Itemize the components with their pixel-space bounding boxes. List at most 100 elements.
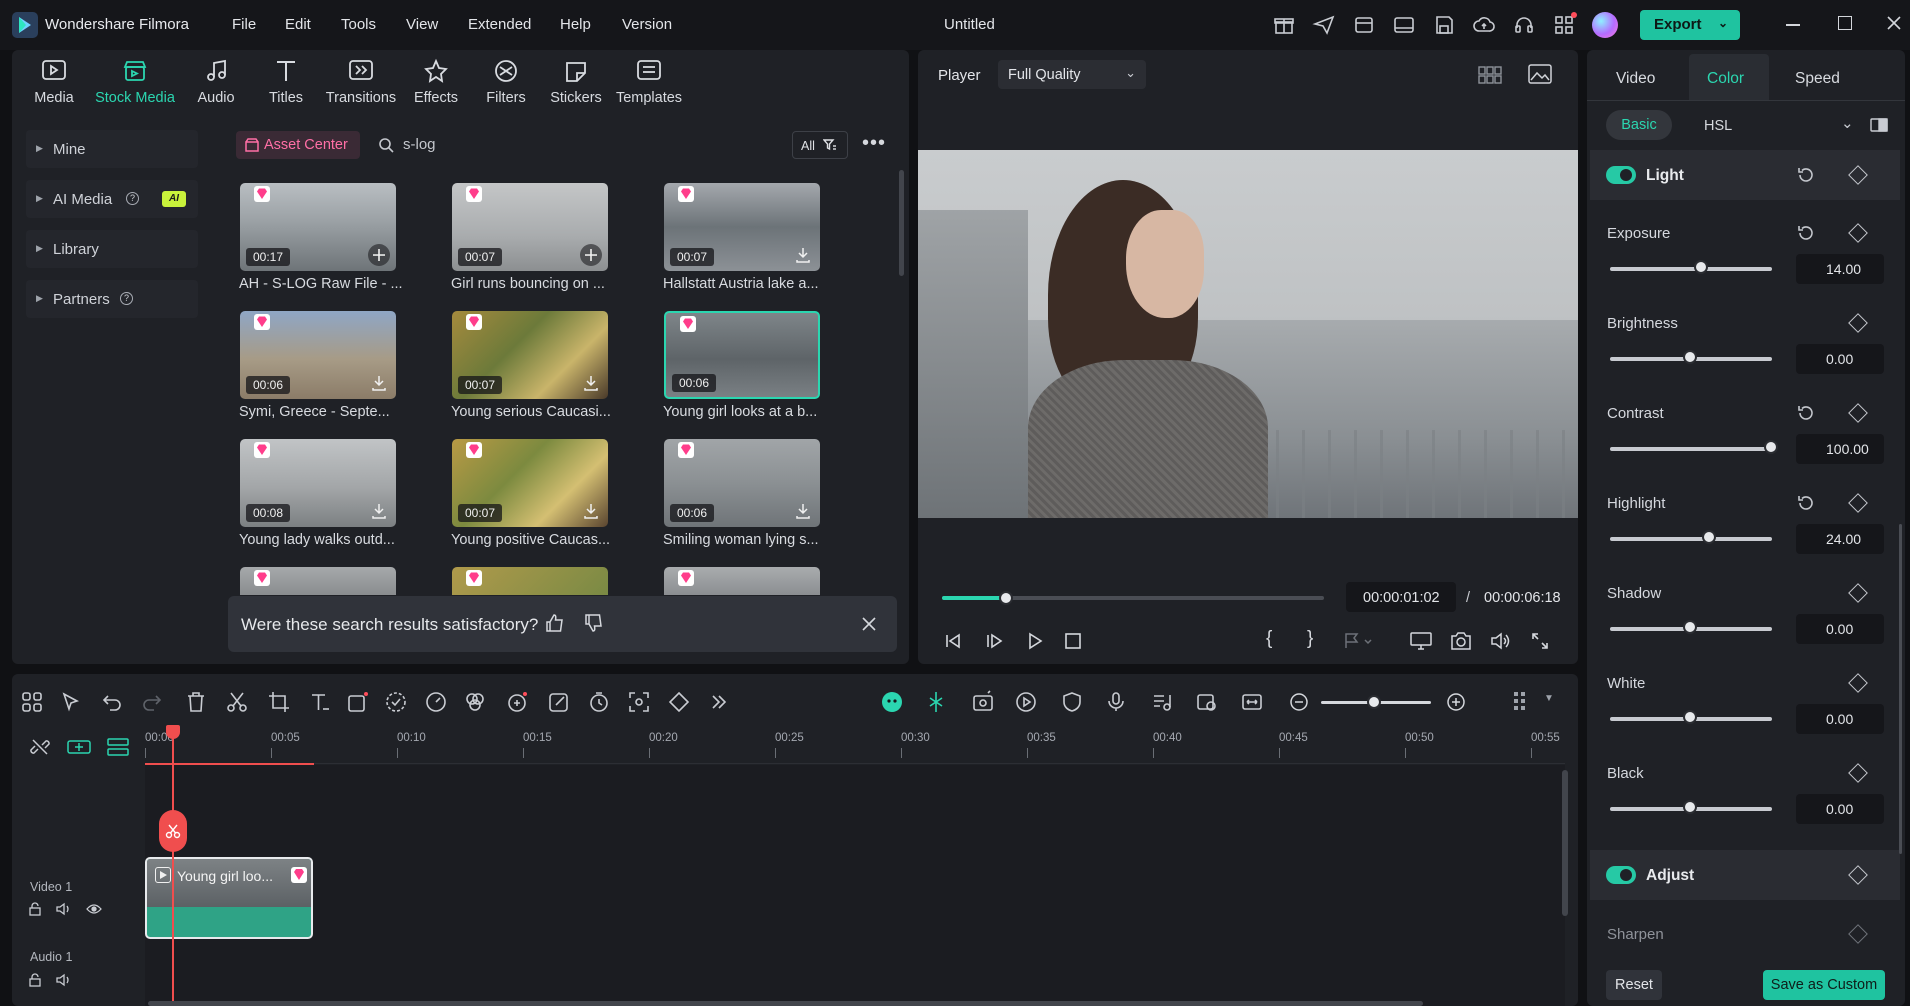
video-preview[interactable]	[918, 150, 1578, 518]
more-tools-icon[interactable]	[707, 690, 731, 714]
sidebar-item-library[interactable]: ▶ Library	[26, 230, 198, 268]
shape-icon[interactable]	[346, 690, 370, 714]
eye-icon[interactable]	[86, 903, 102, 915]
marker-icon[interactable]	[1343, 632, 1373, 650]
media-thumbnail[interactable]: 00:08	[240, 439, 396, 527]
tab-speed[interactable]: Speed	[1795, 70, 1840, 88]
playback-progress-knob[interactable]	[998, 591, 1013, 605]
download-icon[interactable]	[580, 500, 602, 522]
speed-ramp-icon[interactable]	[424, 690, 448, 714]
select-tool-icon[interactable]	[59, 690, 83, 714]
menu-file[interactable]: File	[232, 16, 256, 33]
subtab-hsl[interactable]: HSL	[1704, 118, 1732, 134]
tab-titles[interactable]: Titles	[246, 58, 326, 106]
ai-enhance-icon[interactable]	[505, 690, 529, 714]
reset-icon[interactable]	[1796, 493, 1816, 513]
thumbs-up-icon[interactable]	[545, 613, 565, 633]
track-volume-icon[interactable]	[56, 902, 72, 916]
media-thumbnail[interactable]: 00:07	[452, 311, 608, 399]
maximize-icon[interactable]	[1838, 16, 1852, 30]
timeline-horizontal-scrollbar[interactable]	[148, 1001, 1423, 1006]
save-icon[interactable]	[1432, 13, 1456, 37]
media-thumbnail[interactable]: 00:07	[664, 183, 820, 271]
exposure-slider[interactable]	[1610, 267, 1772, 271]
media-thumbnail[interactable]	[452, 567, 608, 595]
zoom-slider-knob[interactable]	[1367, 695, 1381, 709]
menu-version[interactable]: Version	[622, 16, 672, 33]
render-preview-icon[interactable]	[1014, 690, 1038, 714]
previous-frame-icon[interactable]	[944, 632, 962, 650]
tab-video[interactable]: Video	[1616, 70, 1655, 88]
brightness-value-input[interactable]: 0.00	[1796, 344, 1884, 374]
grid-view-icon[interactable]	[1478, 66, 1502, 84]
layout-grid-icon[interactable]	[20, 690, 44, 714]
volume-icon[interactable]	[1490, 632, 1512, 650]
black-value-input[interactable]: 0.00	[1796, 794, 1884, 824]
display-settings-icon[interactable]	[1410, 632, 1432, 650]
more-options-icon[interactable]: •••	[862, 133, 886, 153]
highlight-slider[interactable]	[1610, 537, 1772, 541]
mark-out-icon[interactable]: }	[1307, 628, 1313, 650]
apps-grid-icon[interactable]	[1552, 12, 1577, 37]
help-icon[interactable]: ?	[126, 192, 139, 205]
thumbs-down-icon[interactable]	[584, 613, 604, 633]
download-icon[interactable]	[792, 500, 814, 522]
contrast-slider-knob[interactable]	[1764, 440, 1778, 454]
tab-stickers[interactable]: Stickers	[536, 58, 616, 106]
media-thumbnail[interactable]: 00:07	[452, 439, 608, 527]
sidebar-item-ai-media[interactable]: ▶ AI Media ? AI	[26, 180, 198, 218]
edit-effect-icon[interactable]	[547, 690, 571, 714]
media-thumbnail[interactable]: 00:17	[240, 183, 396, 271]
panel-scrollbar[interactable]	[1899, 524, 1902, 854]
tab-color[interactable]: Color	[1707, 70, 1744, 88]
cut-icon[interactable]	[225, 690, 249, 714]
light-toggle[interactable]	[1606, 166, 1636, 184]
reset-icon[interactable]	[1796, 165, 1816, 185]
tab-transitions[interactable]: Transitions	[321, 58, 401, 106]
menu-extended[interactable]: Extended	[468, 16, 531, 33]
menu-help[interactable]: Help	[560, 16, 591, 33]
media-library-icon[interactable]	[1352, 13, 1376, 37]
ai-cutout-icon[interactable]	[384, 690, 408, 714]
add-icon[interactable]	[368, 244, 390, 266]
chevron-down-icon[interactable]: ⌄	[1841, 114, 1854, 132]
tab-effects[interactable]: Effects	[396, 58, 476, 106]
media-thumbnail[interactable]	[664, 567, 820, 595]
split-scissors-button[interactable]	[159, 810, 187, 852]
cloud-upload-icon[interactable]	[1472, 13, 1496, 37]
contrast-slider[interactable]	[1610, 447, 1772, 451]
delete-icon[interactable]	[184, 690, 208, 714]
duration-icon[interactable]	[587, 690, 611, 714]
next-frame-icon[interactable]	[985, 632, 1003, 650]
redo-icon[interactable]	[140, 690, 164, 714]
brightness-slider-knob[interactable]	[1683, 350, 1697, 364]
menu-view[interactable]: View	[406, 16, 438, 33]
add-track-icon[interactable]	[67, 737, 91, 757]
motion-track-icon[interactable]	[627, 690, 651, 714]
asset-center-button[interactable]: Asset Center	[236, 131, 360, 159]
shadow-value-input[interactable]: 0.00	[1796, 614, 1884, 644]
export-button[interactable]: Export ⌄	[1640, 10, 1740, 40]
tab-stock-media[interactable]: Stock Media	[95, 58, 175, 106]
fullscreen-icon[interactable]	[1531, 632, 1549, 650]
mark-in-icon[interactable]: {	[1266, 628, 1272, 650]
sidebar-item-mine[interactable]: ▶ Mine	[26, 130, 198, 168]
microphone-icon[interactable]	[1104, 690, 1128, 714]
subtab-basic[interactable]: Basic	[1606, 110, 1672, 140]
white-value-input[interactable]: 0.00	[1796, 704, 1884, 734]
quality-select[interactable]: Full Quality ⌄	[998, 60, 1146, 89]
reset-button[interactable]: Reset	[1606, 970, 1662, 1000]
browser-scrollbar[interactable]	[899, 170, 904, 276]
media-thumbnail[interactable]	[240, 567, 396, 595]
undo-icon[interactable]	[100, 690, 124, 714]
snapshot-view-icon[interactable]	[1528, 64, 1552, 84]
text-icon[interactable]	[308, 690, 332, 714]
timeline-ruler[interactable]	[145, 724, 1565, 764]
snap-icon[interactable]	[924, 690, 948, 714]
ai-copilot-icon[interactable]	[880, 690, 904, 714]
white-slider-knob[interactable]	[1683, 710, 1697, 724]
auto-reframe-icon[interactable]	[971, 690, 995, 714]
menu-tools[interactable]: Tools	[341, 16, 376, 33]
adjust-toggle[interactable]	[1606, 866, 1636, 884]
help-icon[interactable]: ?	[120, 292, 133, 305]
